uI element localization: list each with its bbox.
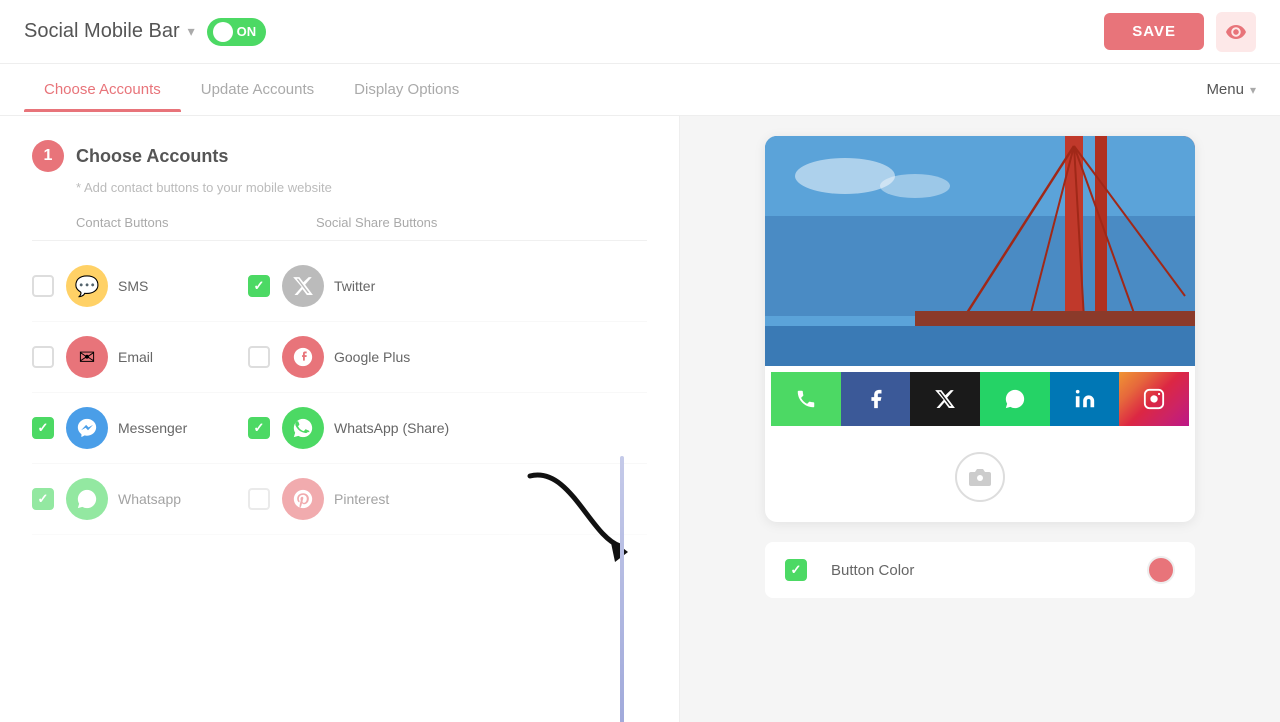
toggle-switch[interactable]: ON — [207, 18, 267, 46]
whatsapp-share-checkbox[interactable] — [248, 417, 270, 439]
social-col-header: Social Share Buttons — [316, 215, 647, 230]
main-content: 1 Choose Accounts * Add contact buttons … — [0, 116, 1280, 722]
email-checkbox[interactable] — [32, 346, 54, 368]
section-title: Choose Accounts — [76, 146, 228, 167]
menu-button[interactable]: Menu ▾ — [1206, 81, 1256, 98]
menu-arrow-icon: ▾ — [1250, 83, 1256, 97]
sms-label: SMS — [118, 278, 248, 294]
sms-icon: 💬 — [66, 265, 108, 307]
button-color-checkbox[interactable] — [785, 559, 807, 581]
account-row-whatsapp-pinterest: Whatsapp Pinterest — [32, 464, 647, 535]
messenger-checkbox[interactable] — [32, 417, 54, 439]
twitter-icon — [282, 265, 324, 307]
whatsapp-share-icon — [282, 407, 324, 449]
menu-label: Menu — [1206, 81, 1244, 98]
google-label: Google Plus — [334, 349, 464, 365]
twitter-label: Twitter — [334, 278, 464, 294]
whatsapp-icon — [66, 478, 108, 520]
columns-header: Contact Buttons Social Share Buttons — [32, 215, 647, 241]
preview-bottom — [765, 432, 1195, 522]
account-row-sms-twitter: 💬 SMS Twitter — [32, 251, 647, 322]
email-label: Email — [118, 349, 248, 365]
tab-choose-accounts[interactable]: Choose Accounts — [24, 67, 181, 112]
eye-icon — [1226, 25, 1246, 39]
whatsapp-share-col: WhatsApp (Share) — [248, 407, 647, 449]
twitter-checkbox[interactable] — [248, 275, 270, 297]
app-title: Social Mobile Bar — [24, 20, 180, 43]
whatsapp-contact-label: Whatsapp — [118, 491, 248, 507]
messenger-icon — [66, 407, 108, 449]
account-row-messenger-whatsapp: Messenger WhatsApp (Share) — [32, 393, 647, 464]
pinterest-icon — [282, 478, 324, 520]
instagram-bar-icon[interactable] — [1119, 372, 1189, 426]
google-icon — [282, 336, 324, 378]
section-subtitle: * Add contact buttons to your mobile web… — [76, 180, 647, 195]
vertical-divider — [620, 456, 624, 722]
button-color-swatch[interactable] — [1147, 556, 1175, 584]
google-checkbox[interactable] — [248, 346, 270, 368]
preview-button[interactable] — [1216, 12, 1256, 52]
tab-display-options[interactable]: Display Options — [334, 67, 479, 112]
sms-checkbox[interactable] — [32, 275, 54, 297]
contact-col-header: Contact Buttons — [76, 215, 316, 230]
toggle-knob — [213, 22, 233, 42]
button-color-row: Button Color — [765, 542, 1195, 598]
tabs-bar: Choose Accounts Update Accounts Display … — [0, 64, 1280, 116]
button-color-label: Button Color — [831, 562, 1135, 579]
pinterest-label: Pinterest — [334, 491, 464, 507]
phone-bar-icon[interactable] — [771, 372, 841, 426]
title-dropdown-arrow[interactable]: ▾ — [188, 23, 195, 40]
account-row-email-google: ✉ Email Google Plus — [32, 322, 647, 393]
tab-update-accounts[interactable]: Update Accounts — [181, 67, 334, 112]
preview-card — [765, 136, 1195, 522]
twitter-col: Twitter — [248, 265, 647, 307]
whatsapp-checkbox[interactable] — [32, 488, 54, 510]
camera-icon — [955, 452, 1005, 502]
section-header: 1 Choose Accounts — [32, 140, 647, 172]
pinterest-col: Pinterest — [248, 478, 647, 520]
facebook-bar-icon[interactable] — [841, 372, 911, 426]
email-icon: ✉ — [66, 336, 108, 378]
bridge-svg — [765, 136, 1195, 366]
social-bar — [765, 366, 1195, 432]
whatsapp-bar-icon[interactable] — [980, 372, 1050, 426]
pinterest-checkbox[interactable] — [248, 488, 270, 510]
header: Social Mobile Bar ▾ ON SAVE — [0, 0, 1280, 64]
save-button[interactable]: SAVE — [1104, 13, 1204, 50]
toggle-label: ON — [237, 24, 257, 39]
messenger-label: Messenger — [118, 420, 248, 436]
linkedin-bar-icon[interactable] — [1050, 372, 1120, 426]
whatsapp-share-label: WhatsApp (Share) — [334, 420, 464, 436]
right-panel: Button Color — [680, 116, 1280, 722]
left-panel: 1 Choose Accounts * Add contact buttons … — [0, 116, 680, 722]
preview-image — [765, 136, 1195, 366]
step-badge: 1 — [32, 140, 64, 172]
google-col: Google Plus — [248, 336, 647, 378]
twitter-bar-icon[interactable] — [910, 372, 980, 426]
